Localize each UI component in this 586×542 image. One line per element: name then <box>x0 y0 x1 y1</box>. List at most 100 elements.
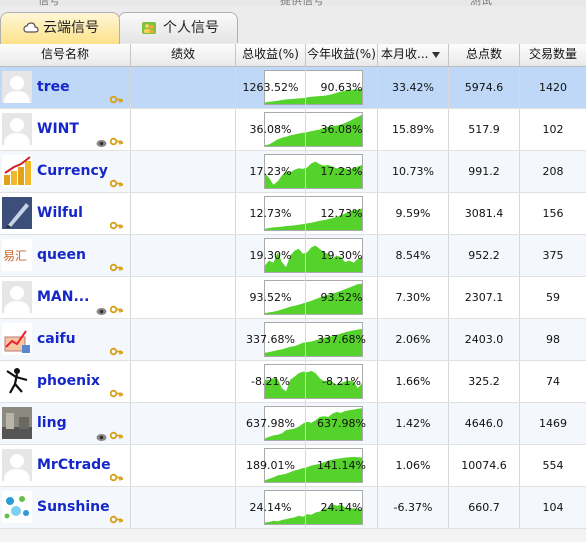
total-profit-cell: 637.98% <box>236 403 306 444</box>
signal-row[interactable]: MAN... 93.52% 93.52% 7.30% 2307.1 59 <box>0 277 586 319</box>
performance-cell <box>131 151 363 192</box>
sort-desc-icon <box>432 51 441 58</box>
total-profit-cell: 36.08% <box>236 109 306 150</box>
signal-name[interactable]: MrCtrade <box>37 445 111 486</box>
column-header-month-label: 本月收... <box>381 47 429 61</box>
tab-personal-signals[interactable]: 个人信号 <box>118 12 238 43</box>
signal-name[interactable]: WINT <box>37 109 79 150</box>
signal-row[interactable]: 易汇 queen 19.30% 19.30% 8.54% 952.2 375 <box>0 235 586 277</box>
avatar <box>2 155 32 187</box>
column-header-points[interactable]: 总点数 <box>449 44 520 66</box>
avatar <box>2 71 32 103</box>
column-header-name[interactable]: 信号名称 <box>0 44 131 66</box>
signal-name-cell[interactable]: MAN... <box>0 277 131 318</box>
signal-name-cell[interactable]: Sunshine <box>0 487 131 528</box>
signal-name[interactable]: Sunshine <box>37 487 110 528</box>
avatar <box>2 491 32 523</box>
svg-text:易汇: 易汇 <box>3 249 27 263</box>
cloud-icon <box>23 22 39 33</box>
performance-cell <box>131 67 363 108</box>
signal-name[interactable]: ling <box>37 403 67 444</box>
signal-name[interactable]: Currency <box>37 151 108 192</box>
signal-name[interactable]: tree <box>37 67 70 108</box>
signal-row[interactable]: WINT 36.08% 36.08% 15.89% 517.9 102 <box>0 109 586 151</box>
total-profit-cell: 24.14% <box>236 487 306 528</box>
year-profit-cell: 17.23% <box>306 151 378 192</box>
tab-cloud-signals[interactable]: 云端信号 <box>0 12 120 44</box>
month-profit-cell: 1.66% <box>378 361 449 402</box>
signal-row[interactable]: Wilful 12.73% 12.73% 9.59% 3081.4 156 <box>0 193 586 235</box>
table-header: 信号名称 绩效 总收益(%) 今年收益(%) 本月收... 总点数 交易数量 <box>0 44 586 67</box>
year-profit-cell: 19.30% <box>306 235 378 276</box>
signal-name-cell[interactable]: MrCtrade <box>0 445 131 486</box>
signal-row[interactable]: phoenix -8.21% -8.21% 1.66% 325.2 74 <box>0 361 586 403</box>
points-cell: 2403.0 <box>449 319 520 360</box>
trades-cell: 104 <box>542 501 564 514</box>
month-profit-cell: 8.54% <box>378 235 449 276</box>
trades-cell: 375 <box>542 249 564 262</box>
total-profit-cell: 12.73% <box>236 193 306 234</box>
signal-name-cell[interactable]: caifu <box>0 319 131 360</box>
total-profit-cell: 93.52% <box>236 277 306 318</box>
avatar <box>2 281 32 313</box>
avatar <box>2 113 32 145</box>
performance-cell <box>131 361 363 402</box>
signal-row[interactable]: MrCtrade 189.01% 141.14% 1.06% 10074.6 554 <box>0 445 586 487</box>
total-profit-cell: 19.30% <box>236 235 306 276</box>
signal-row[interactable]: tree 1263.52% 90.63% 33.42% 5974.6 1420 <box>0 67 586 109</box>
signal-name[interactable]: MAN... <box>37 277 89 318</box>
avatar <box>2 449 32 481</box>
signal-name-cell[interactable]: WINT <box>0 109 131 150</box>
year-profit-cell: 337.68% <box>306 319 378 360</box>
trades-cell: 59 <box>546 291 560 304</box>
signal-row[interactable]: caifu 337.68% 337.68% 2.06% 2403.0 98 <box>0 319 586 361</box>
month-profit-cell: 7.30% <box>378 277 449 318</box>
signal-name-cell[interactable]: Currency <box>0 151 131 192</box>
signal-name-cell[interactable]: Wilful <box>0 193 131 234</box>
column-header-trades[interactable]: 交易数量 <box>520 44 586 66</box>
signal-row[interactable]: Sunshine 24.14% 24.14% -6.37% 660.7 104 <box>0 487 586 529</box>
key-icon[interactable] <box>109 501 123 542</box>
column-header-total-profit[interactable]: 总收益(%) <box>236 44 306 66</box>
month-profit-cell: 15.89% <box>378 109 449 150</box>
points-cell: 325.2 <box>449 361 520 402</box>
signal-name-cell[interactable]: ling <box>0 403 131 444</box>
tab-label: 云端信号 <box>43 20 99 36</box>
trades-cell: 1420 <box>539 81 567 94</box>
trades-cell: 102 <box>542 123 564 136</box>
month-profit-cell: -6.37% <box>378 487 449 528</box>
year-profit-cell: 637.98% <box>306 403 378 444</box>
total-profit-cell: 337.68% <box>236 319 306 360</box>
signal-name[interactable]: Wilful <box>37 193 83 234</box>
avatar <box>2 407 32 439</box>
trades-cell: 208 <box>542 165 564 178</box>
total-profit-cell: 1263.52% <box>236 67 306 108</box>
signal-name-cell[interactable]: tree <box>0 67 131 108</box>
month-profit-cell: 9.59% <box>378 193 449 234</box>
signal-row[interactable]: ling 637.98% 637.98% 1.42% 4646.0 1469 <box>0 403 586 445</box>
year-profit-cell: 24.14% <box>306 487 378 528</box>
points-cell: 10074.6 <box>449 445 520 486</box>
signal-name[interactable]: caifu <box>37 319 76 360</box>
signal-row[interactable]: Currency 17.23% 17.23% 10.73% 991.2 208 <box>0 151 586 193</box>
performance-cell <box>131 235 363 276</box>
avatar <box>2 323 32 355</box>
tab-label: 个人信号 <box>163 20 219 36</box>
year-profit-cell: 141.14% <box>306 445 378 486</box>
column-header-year-profit[interactable]: 今年收益(%) <box>306 44 378 66</box>
performance-cell <box>131 319 363 360</box>
column-header-month-profit[interactable]: 本月收... <box>378 44 449 66</box>
total-profit-cell: 17.23% <box>236 151 306 192</box>
performance-cell <box>131 277 363 318</box>
signal-name-cell[interactable]: 易汇 queen <box>0 235 131 276</box>
avatar <box>2 197 32 229</box>
trades-cell: 156 <box>542 207 564 220</box>
column-header-performance[interactable]: 绩效 <box>131 44 236 66</box>
signal-name-cell[interactable]: phoenix <box>0 361 131 402</box>
signal-name[interactable]: queen <box>37 235 86 276</box>
performance-cell <box>131 487 363 528</box>
performance-cell <box>131 403 363 444</box>
signal-name[interactable]: phoenix <box>37 361 100 402</box>
avatar <box>2 365 32 397</box>
tab-bar: 云端信号 个人信号 <box>0 6 586 45</box>
